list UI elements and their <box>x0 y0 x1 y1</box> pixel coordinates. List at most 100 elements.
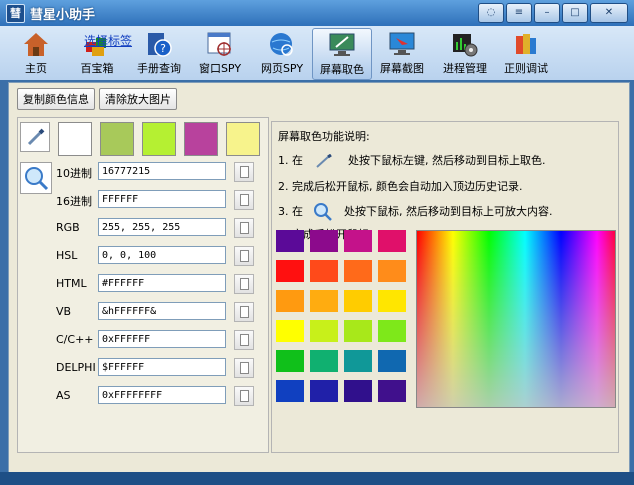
eyedropper-icon <box>315 153 332 168</box>
screenshot-icon <box>389 32 415 55</box>
field-input[interactable]: 16777215 <box>98 162 226 180</box>
palette-swatch[interactable] <box>378 260 406 282</box>
palette-swatch[interactable] <box>276 230 304 252</box>
menu-button[interactable]: ≡ <box>506 3 532 23</box>
palette-swatch[interactable] <box>310 260 338 282</box>
copy-icon[interactable] <box>234 162 254 182</box>
step-text: 处按下鼠标, 然后移动到目标上可放大内容. <box>344 205 553 218</box>
instructions-heading: 屏幕取色功能说明: <box>278 130 370 143</box>
svg-text:?: ? <box>160 42 166 55</box>
palette-swatch[interactable] <box>276 320 304 342</box>
field-input[interactable]: 0, 0, 100 <box>98 246 226 264</box>
tab-label: 正则调试 <box>504 62 548 75</box>
step-text: 1. 在 <box>278 154 303 167</box>
tab-label: 百宝箱 <box>80 62 114 75</box>
instruction-step-3: 3. 在 处按下鼠标, 然后移动到目标上可放大内容. <box>278 202 553 222</box>
palette-swatch[interactable] <box>344 320 372 342</box>
instruction-step-1: 1. 在 处按下鼠标左键, 然后移动到目标上取色. <box>278 152 546 168</box>
tab-manual[interactable]: ? 手册查询 <box>132 28 186 78</box>
magnifier-icon <box>25 167 49 191</box>
field-label: DELPHI <box>56 361 96 374</box>
palette-swatch[interactable] <box>310 290 338 312</box>
copy-icon[interactable] <box>234 246 254 266</box>
tab-regex-debug[interactable]: 正则调试 <box>500 28 552 78</box>
field-input[interactable]: $FFFFFF <box>98 358 226 376</box>
field-label: 16进制 <box>56 195 92 208</box>
content-frame: 复制颜色信息 清除放大图片 10进制 16777215 16进制 FFFFFF RG… <box>8 82 630 484</box>
process-gear-icon <box>453 34 478 57</box>
history-swatch[interactable] <box>184 122 218 156</box>
step-text: 3. 在 <box>278 205 303 218</box>
field-label: C/C++ <box>56 333 94 346</box>
copy-icon[interactable] <box>234 190 254 210</box>
tab-label: 主页 <box>25 62 47 75</box>
copy-icon[interactable] <box>234 274 254 294</box>
window-title: 彗星小助手 <box>30 8 96 23</box>
copy-icon[interactable] <box>234 358 254 378</box>
tab-label: 屏幕截图 <box>380 62 424 75</box>
color-values-panel: 10进制 16777215 16进制 FFFFFF RGB 255, 255, 255… <box>17 117 269 453</box>
field-input[interactable]: #FFFFFF <box>98 274 226 292</box>
select-tag-link[interactable]: 选择标签 <box>84 32 132 49</box>
copy-icon[interactable] <box>234 386 254 406</box>
eyedropper-button[interactable] <box>20 122 50 152</box>
title-bar: 彗 彗星小助手 ◌ ≡ – □ ✕ <box>0 0 634 26</box>
copy-icon[interactable] <box>234 218 254 238</box>
field-input[interactable]: 0xFFFFFFFF <box>98 386 226 404</box>
color-spectrum[interactable] <box>416 230 616 408</box>
minimize-button[interactable]: – <box>534 3 560 23</box>
palette-swatch[interactable] <box>310 380 338 402</box>
copy-icon[interactable] <box>234 302 254 322</box>
tab-process-manager[interactable]: 进程管理 <box>438 28 492 78</box>
history-swatch[interactable] <box>142 122 176 156</box>
palette-swatch[interactable] <box>310 320 338 342</box>
palette-swatch[interactable] <box>378 320 406 342</box>
main-toolbar: 主页 百宝箱 ? 手册查询 窗口SPY 网页SPY 屏幕取色 屏幕截图 进程管理… <box>0 26 634 80</box>
palette-swatch[interactable] <box>344 350 372 372</box>
taskbar <box>0 472 634 485</box>
palette-swatch[interactable] <box>276 290 304 312</box>
history-swatch-current[interactable] <box>58 122 92 156</box>
field-label: AS <box>56 389 71 402</box>
clear-zoom-image-button[interactable]: 清除放大图片 <box>99 88 177 110</box>
palette-swatch[interactable] <box>344 380 372 402</box>
field-input[interactable]: &hFFFFFF& <box>98 302 226 320</box>
palette-swatch[interactable] <box>378 230 406 252</box>
palette-swatch[interactable] <box>344 230 372 252</box>
app-icon: 彗 <box>6 4 25 23</box>
palette-swatch[interactable] <box>276 350 304 372</box>
field-input[interactable]: 255, 255, 255 <box>98 218 226 236</box>
tab-screenshot[interactable]: 屏幕截图 <box>376 28 428 78</box>
skin-button[interactable]: ◌ <box>478 3 504 23</box>
palette-swatch[interactable] <box>378 350 406 372</box>
maximize-button[interactable]: □ <box>562 3 588 23</box>
palette-swatch[interactable] <box>378 290 406 312</box>
palette-swatch[interactable] <box>276 260 304 282</box>
tab-label: 手册查询 <box>137 62 181 75</box>
history-swatch[interactable] <box>100 122 134 156</box>
field-label: 10进制 <box>56 167 92 180</box>
palette-swatch[interactable] <box>276 380 304 402</box>
history-swatch[interactable] <box>226 122 260 156</box>
field-label: HTML <box>56 277 87 290</box>
tab-home[interactable]: 主页 <box>14 28 58 78</box>
palette-swatch[interactable] <box>310 350 338 372</box>
field-label: HSL <box>56 249 78 262</box>
tab-web-spy[interactable]: 网页SPY <box>256 28 308 78</box>
magnifier-button[interactable] <box>20 162 52 194</box>
tab-window-spy[interactable]: 窗口SPY <box>194 28 246 78</box>
palette-swatch[interactable] <box>344 290 372 312</box>
field-input[interactable]: 0xFFFFFF <box>98 330 226 348</box>
palette-swatch[interactable] <box>378 380 406 402</box>
palette-swatch[interactable] <box>344 260 372 282</box>
field-input[interactable]: FFFFFF <box>98 190 226 208</box>
close-button[interactable]: ✕ <box>590 3 628 23</box>
copy-icon[interactable] <box>234 330 254 350</box>
tab-label: 进程管理 <box>443 62 487 75</box>
copy-color-info-button[interactable]: 复制颜色信息 <box>17 88 95 110</box>
step-text: 处按下鼠标左键, 然后移动到目标上取色. <box>348 154 546 167</box>
eyedropper-icon <box>27 128 45 146</box>
tab-screen-color[interactable]: 屏幕取色 <box>312 28 372 80</box>
palette-swatch[interactable] <box>310 230 338 252</box>
regex-book-icon <box>516 34 536 54</box>
